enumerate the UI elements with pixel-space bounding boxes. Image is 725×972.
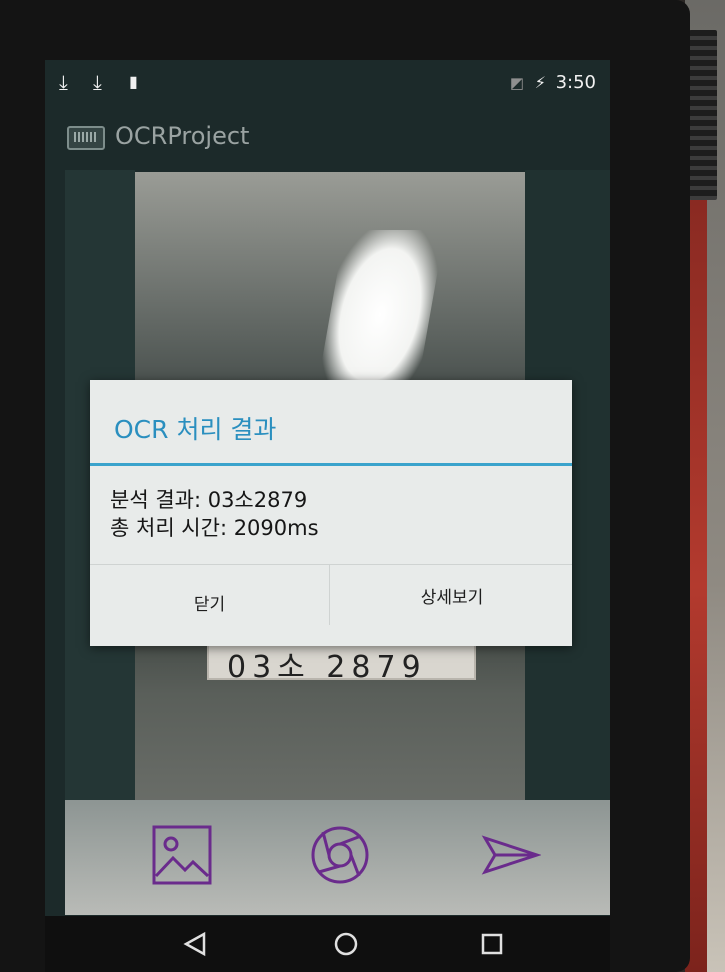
dialog-divider <box>90 463 572 466</box>
battery-charging-icon: ⚡ <box>534 73 546 92</box>
app-bar: OCRProject <box>45 104 610 168</box>
navigation-bar <box>45 916 610 972</box>
camera-shutter-icon <box>311 826 369 884</box>
send-button[interactable] <box>475 820 545 890</box>
gallery-button[interactable] <box>147 820 217 890</box>
send-icon <box>481 835 541 875</box>
close-button[interactable]: 닫기 <box>90 565 330 625</box>
download-icon: ⤓ <box>59 70 68 94</box>
license-plate-text: 03소 2879 <box>227 650 427 685</box>
status-time: 3:50 <box>555 72 596 93</box>
app-chip-icon <box>67 126 105 150</box>
ocr-result-dialog: OCR 처리 결과 분석 결과: 03소2879 총 처리 시간: 2090ms… <box>90 380 572 646</box>
processing-time-text: 총 처리 시간: 2090ms <box>110 516 319 540</box>
bottom-toolbar <box>65 800 610 915</box>
sd-card-icon: ▮ <box>129 72 138 91</box>
no-sim-icon: ◩ <box>509 74 524 92</box>
home-button[interactable] <box>324 924 368 964</box>
gallery-icon <box>152 825 212 885</box>
dialog-button-bar: 닫기 상세보기 <box>90 564 572 625</box>
device-connector <box>689 30 717 200</box>
dialog-title: OCR 처리 결과 <box>114 415 277 444</box>
back-button[interactable] <box>173 924 217 964</box>
app-title: OCRProject <box>115 122 250 150</box>
recents-button[interactable] <box>470 924 514 964</box>
home-icon <box>334 932 358 956</box>
status-bar: ⤓ ⤓ ▮ ◩ ⚡ 3:50 <box>45 60 610 104</box>
download-icon: ⤓ <box>93 70 102 94</box>
details-button[interactable]: 상세보기 <box>332 565 572 625</box>
capture-button[interactable] <box>305 820 375 890</box>
back-icon <box>183 931 206 957</box>
result-text: 분석 결과: 03소2879 <box>110 488 308 512</box>
recents-icon <box>481 933 503 955</box>
dialog-message: 분석 결과: 03소2879 총 처리 시간: 2090ms <box>110 486 319 542</box>
